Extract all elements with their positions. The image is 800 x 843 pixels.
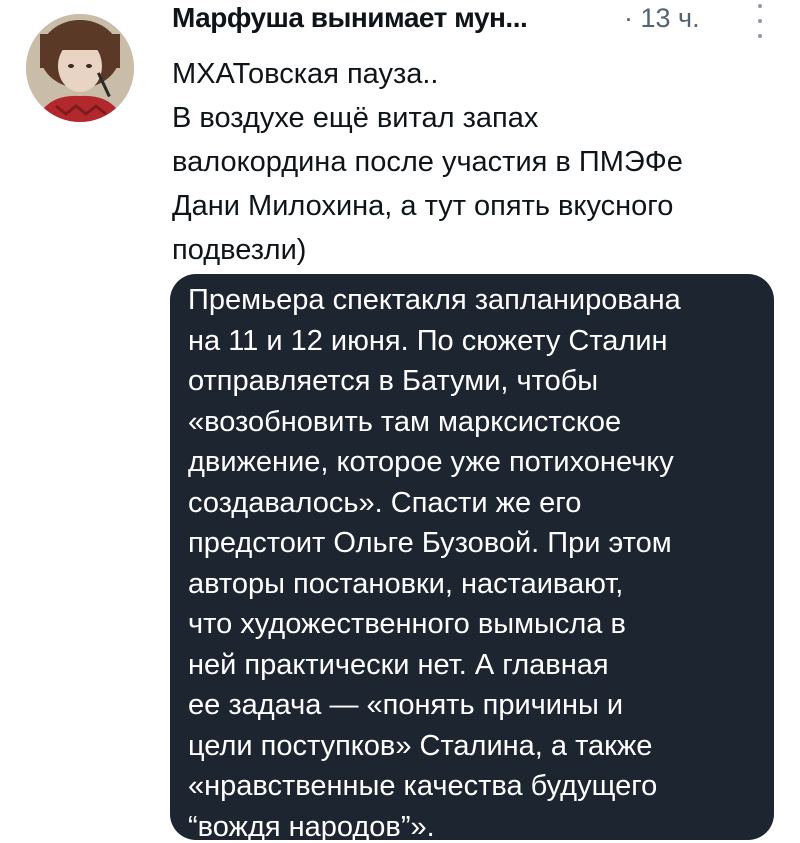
media-text-line: движение, которое уже потихонечку	[188, 446, 674, 478]
media-text-line: отправляется в Батуми, чтобы	[188, 365, 599, 397]
tweet-text-line: Дани Милохина, а тут опять вкусного	[172, 190, 674, 222]
media-text-line: на 11 и 12 июня. По сюжету Сталин	[188, 324, 668, 357]
attached-image-text: Премьера спектакля запланирована на 11 и…	[188, 280, 681, 840]
author-name[interactable]: Марфуша вынимает мун...	[172, 2, 528, 34]
media-text-line: создавалось». Спасти же его	[188, 486, 582, 519]
media-text-line: авторы постановки, настаивают,	[188, 567, 624, 600]
media-text-line: ней практически нет. А главная	[188, 648, 609, 681]
timestamp[interactable]: · 13 ч.	[624, 3, 700, 34]
more-dot	[758, 34, 762, 38]
media-text-line: ее задача — «понять причины и	[188, 689, 624, 721]
media-text-line: “вождя народов”».	[188, 810, 435, 841]
tweet-text-line: МХАТовская пауза..	[172, 58, 439, 90]
tweet-text-line: подвезли)	[172, 234, 307, 266]
media-text-line: «нравственные качества будущего	[188, 770, 658, 802]
media-text-line: предстоит Ольге Бузовой. При этом	[188, 527, 672, 559]
media-text-line: Премьера спектакля запланирована	[188, 284, 681, 316]
avatar[interactable]	[26, 14, 134, 122]
avatar-photo-icon	[26, 14, 134, 122]
media-text-line: цели поступков» Сталина, а также	[188, 729, 653, 762]
media-text-line: «возобновить там марксистское	[188, 405, 622, 438]
tweet-text-line: валокордина после участия в ПМЭФе	[172, 146, 683, 178]
tweet-text-line: В воздухе ещё витал запах	[172, 102, 539, 134]
tweet[interactable]: Марфуша вынимает мун... · 13 ч. МХАТовск…	[0, 0, 800, 843]
media-text-line: что художественного вымысла в	[188, 608, 626, 640]
more-dot	[758, 4, 762, 8]
tweet-content: Марфуша вынимает мун... · 13 ч. МХАТовск…	[172, 0, 772, 272]
tweet-header: Марфуша вынимает мун... · 13 ч.	[172, 0, 772, 46]
more-vertical-icon[interactable]	[752, 4, 768, 38]
more-dot	[758, 19, 762, 23]
attached-image[interactable]: Премьера спектакля запланирована на 11 и…	[170, 274, 774, 840]
timestamp-value: 13 ч.	[640, 3, 700, 33]
tweet-text: МХАТовская пауза.. В воздухе ещё витал з…	[172, 52, 772, 272]
